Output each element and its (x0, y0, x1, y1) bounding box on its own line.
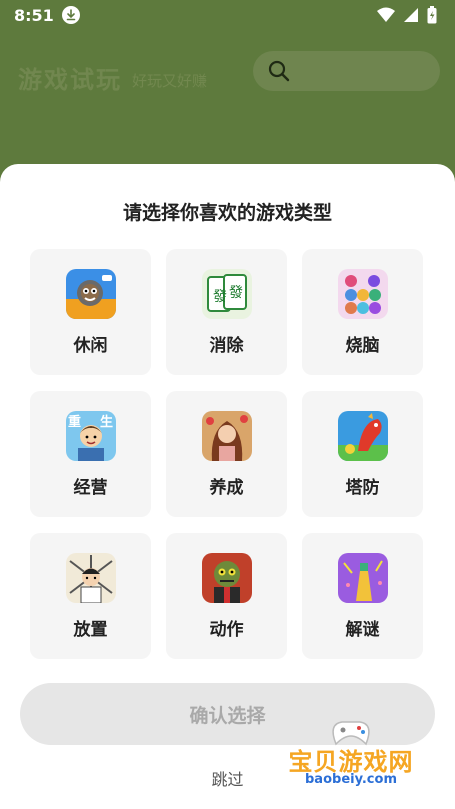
svg-text:生: 生 (100, 414, 113, 430)
category-card-tower[interactable]: 塔防 (302, 391, 423, 517)
category-card-brain[interactable]: 烧脑 (302, 249, 423, 375)
category-label: 休闲 (73, 336, 108, 356)
category-label: 养成 (209, 478, 244, 498)
status-bar: 8:51 (0, 0, 455, 30)
signal-icon (404, 8, 418, 22)
battery-icon (427, 6, 437, 24)
svg-text:重: 重 (68, 414, 81, 430)
category-card-action[interactable]: 动作 (166, 533, 287, 659)
category-label: 消除 (209, 336, 244, 356)
app-header: 游戏试玩 好玩又好赚 (0, 30, 455, 165)
casual-game-icon (65, 269, 116, 319)
category-label: 塔防 (345, 478, 380, 498)
search-input[interactable] (253, 51, 440, 91)
category-card-eliminate[interactable]: 發發 消除 (166, 249, 287, 375)
puzzle-icon (337, 269, 388, 319)
svg-text:發: 發 (213, 289, 227, 305)
status-time: 8:51 (14, 5, 54, 25)
category-card-casual[interactable]: 休闲 (30, 249, 151, 375)
category-label: 解谜 (345, 620, 380, 640)
tower-defense-icon (337, 411, 388, 461)
app-slogan: 好玩又好赚 (132, 72, 208, 90)
category-card-idle[interactable]: 放置 (30, 533, 151, 659)
character-raising-icon (201, 411, 252, 461)
sheet-title: 请选择你喜欢的游戏类型 (122, 202, 332, 224)
category-grid: 休闲 發發 消除 烧脑 重生 经营 养成 塔防 放置 动作 解谜 (30, 249, 426, 659)
category-label: 动作 (209, 620, 244, 640)
wifi-icon (377, 7, 395, 22)
watermark-url: baobeiy.com (305, 772, 397, 787)
download-icon (61, 6, 80, 24)
category-card-riddle[interactable]: 解谜 (302, 533, 423, 659)
category-label: 烧脑 (345, 336, 380, 356)
watermark: 宝贝游戏网 baobeiy.com (276, 716, 426, 806)
riddle-game-icon (337, 553, 388, 603)
app-title: 游戏试玩 (18, 66, 122, 94)
idle-game-icon (65, 553, 116, 603)
search-icon (268, 60, 290, 82)
game-type-sheet: 请选择你喜欢的游戏类型 休闲 發發 消除 烧脑 重生 经营 养成 塔防 放置 动… (0, 164, 455, 809)
action-game-icon (201, 553, 252, 603)
business-icon: 重生 (65, 411, 116, 461)
category-card-raising[interactable]: 养成 (166, 391, 287, 517)
svg-text:發: 發 (229, 285, 243, 301)
mahjong-tile-icon: 發發 (201, 269, 252, 319)
category-label: 经营 (73, 478, 108, 498)
category-label: 放置 (73, 620, 108, 640)
category-card-business[interactable]: 重生 经营 (30, 391, 151, 517)
